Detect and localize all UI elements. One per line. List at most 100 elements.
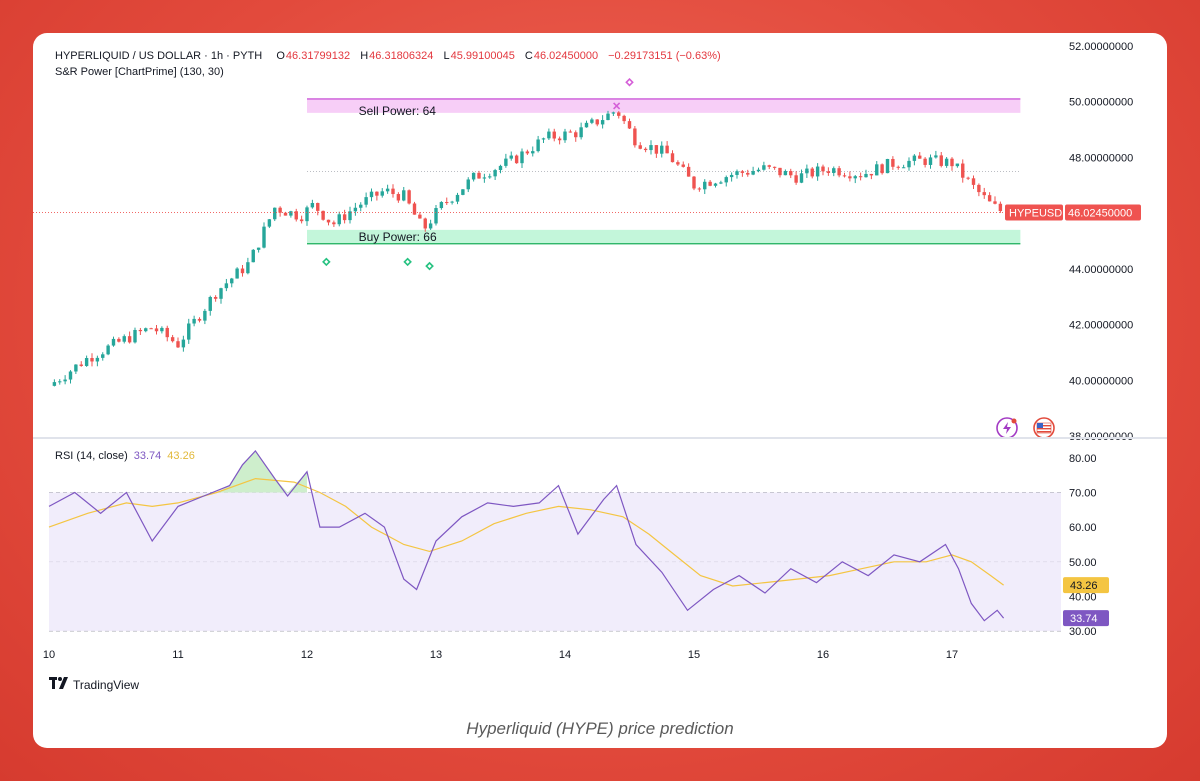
candle-body — [273, 207, 277, 220]
x-tick-label: 10 — [43, 649, 55, 661]
candle-body — [805, 168, 809, 174]
candle-body — [364, 197, 368, 205]
candle-body — [912, 155, 917, 161]
rsi-tick-label: 40.00 — [1069, 591, 1097, 603]
candle-body — [289, 211, 293, 216]
candle-body — [176, 341, 180, 348]
candle-body — [821, 166, 825, 172]
tradingview-brand[interactable]: TradingView — [49, 677, 139, 692]
candle-body — [412, 203, 417, 215]
candle-body — [439, 202, 444, 209]
x-tick-label: 15 — [688, 649, 700, 661]
candle-body — [767, 165, 771, 167]
candle-body — [224, 283, 229, 289]
candle-body — [187, 323, 191, 340]
candle-body — [536, 139, 540, 152]
candle-body — [832, 168, 836, 173]
candle-body — [993, 201, 997, 204]
rsi-header[interactable]: RSI (14, close) 33.74 43.26 — [55, 450, 195, 462]
candle-body — [950, 158, 954, 167]
candle-body — [552, 131, 556, 139]
candle-body — [869, 173, 874, 176]
candle-body — [627, 121, 632, 129]
candle-body — [622, 115, 626, 122]
rsi-tick-label: 50.00 — [1069, 557, 1097, 569]
candle-body — [568, 131, 573, 133]
candle-body — [450, 201, 454, 203]
candle-body — [982, 192, 986, 196]
candle-body — [617, 112, 621, 116]
candle-body — [423, 218, 427, 229]
candle-body — [127, 336, 132, 343]
candle-body — [584, 122, 589, 128]
candle-body — [262, 226, 266, 248]
candle-body — [230, 278, 234, 284]
candle-body — [471, 172, 476, 180]
candle-body — [170, 337, 175, 342]
candle-body — [713, 183, 718, 186]
flash-icon[interactable] — [996, 417, 1018, 439]
candle-body — [955, 163, 960, 167]
candle-body — [504, 158, 508, 166]
candle-body — [600, 120, 605, 125]
candle-body — [918, 155, 922, 159]
candle-body — [514, 155, 519, 164]
candle-body — [58, 381, 62, 383]
candle-body — [848, 176, 852, 179]
candle-body — [692, 176, 696, 189]
price-tick-label: 50.00000000 — [1069, 97, 1133, 109]
candle-body — [482, 177, 487, 179]
candle-body — [79, 364, 83, 366]
buy-power-label: Buy Power: 66 — [359, 230, 437, 244]
candle-body — [853, 176, 857, 179]
candle-body — [240, 268, 245, 274]
candle-body — [837, 168, 841, 176]
candle-body — [117, 338, 121, 342]
x-tick-label: 14 — [559, 649, 571, 661]
candle-body — [445, 202, 449, 204]
candle-body — [267, 219, 272, 227]
candle-body — [342, 214, 347, 221]
rsi-tick-label: 80.00 — [1069, 453, 1097, 465]
candle-body — [531, 151, 535, 154]
rsi-ma-tag: 43.26 — [1070, 580, 1098, 592]
candle-body — [579, 127, 583, 138]
candle-body — [858, 176, 863, 178]
chart-card: HYPERLIQUID / US DOLLAR · 1h · PYTH O46.… — [33, 33, 1167, 748]
candle-body — [719, 182, 723, 184]
candle-body — [138, 329, 143, 332]
rsi-tag: 33.74 — [1070, 613, 1098, 625]
candle-body — [525, 151, 530, 154]
candle-body — [337, 214, 341, 225]
candle-body — [799, 173, 804, 183]
tradingview-name: TradingView — [73, 677, 140, 692]
x-tick-label: 11 — [172, 649, 183, 661]
candle-body — [794, 175, 798, 183]
candle-body — [864, 173, 868, 178]
candle-body — [326, 219, 331, 223]
candle-body — [966, 177, 970, 179]
candle-body — [359, 204, 363, 208]
price-tag-value: 46.02450000 — [1068, 207, 1132, 219]
candle-body — [547, 131, 551, 139]
tradingview-logo-icon — [49, 677, 69, 692]
candle-body — [746, 172, 750, 175]
candle-body — [783, 171, 788, 176]
candle-body — [928, 157, 933, 165]
candle-body — [278, 207, 282, 213]
rsi-ma-value: 43.26 — [167, 450, 195, 462]
candle-body — [455, 194, 460, 202]
candle-body — [332, 222, 336, 225]
candle-body — [724, 177, 728, 183]
candle-body — [810, 168, 814, 177]
price-chart[interactable]: Sell Power: 64 Buy Power: 66 38.00000000… — [33, 33, 1167, 673]
candle-body — [428, 223, 433, 229]
candle-body — [665, 145, 669, 154]
candle-body — [563, 131, 567, 141]
us-flag-icon[interactable] — [1033, 417, 1055, 439]
candle-body — [52, 382, 57, 386]
candle-body — [606, 113, 610, 121]
candle-body — [219, 288, 223, 299]
price-tick-label: 52.00000000 — [1069, 41, 1133, 53]
x-tick-label: 17 — [946, 649, 958, 661]
